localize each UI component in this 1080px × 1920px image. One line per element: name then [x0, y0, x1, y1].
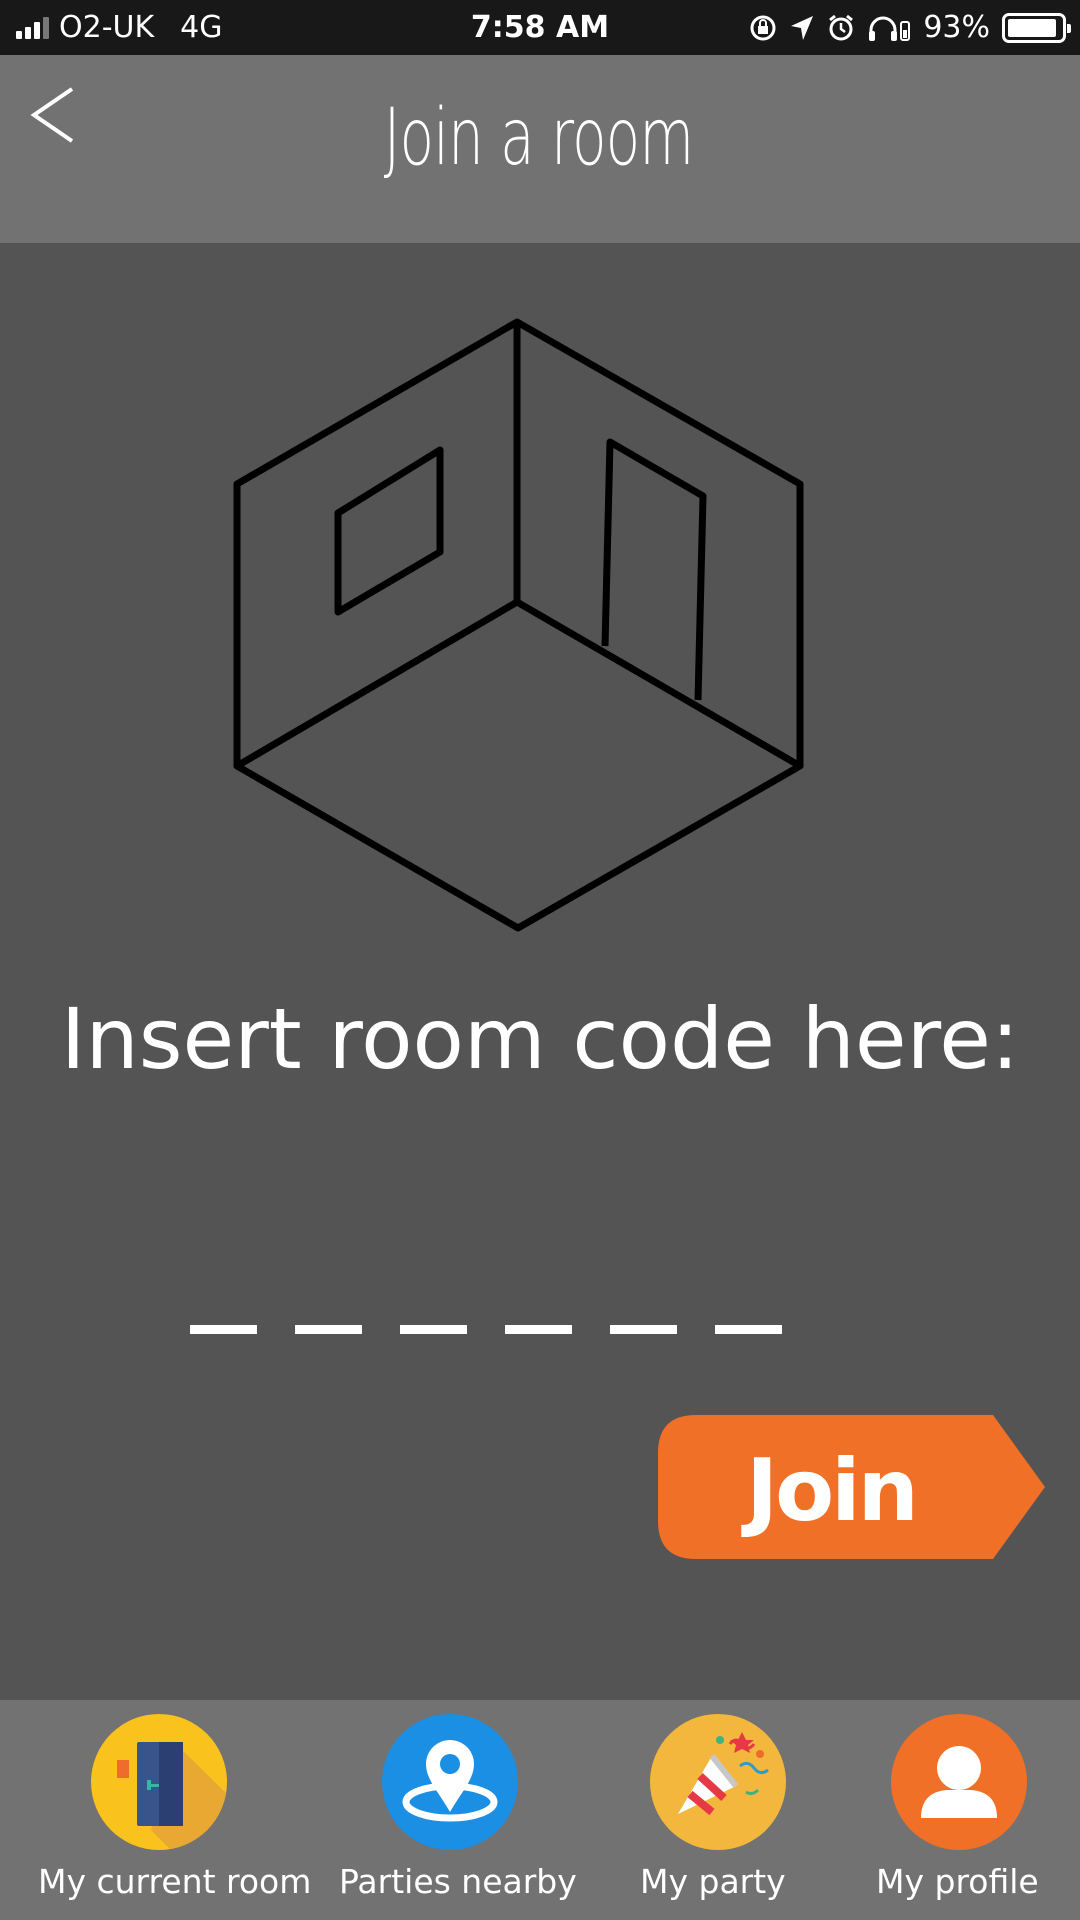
page-title: Join a room [383, 93, 694, 183]
battery-percent: 93% [923, 10, 990, 45]
back-button[interactable] [28, 85, 78, 145]
join-button[interactable]: Join [656, 1413, 1047, 1561]
room-code-input[interactable] [190, 1325, 782, 1334]
nav-item-parties-nearby[interactable]: Parties nearby [326, 1700, 577, 1920]
nav-label: My profile [876, 1862, 1039, 1901]
location-pin-icon [382, 1714, 518, 1850]
code-slot [295, 1325, 362, 1334]
status-bar: O2-UK 4G 7:58 AM 93% [0, 0, 1080, 55]
back-chevron-icon [30, 87, 74, 143]
code-slot [715, 1325, 782, 1334]
header-bar: Join a room [0, 55, 1080, 243]
user-icon [891, 1714, 1027, 1850]
status-right: 93% [749, 0, 1071, 55]
rotation-lock-icon [750, 15, 776, 40]
nav-label: My current room [38, 1862, 312, 1901]
alarm-icon [829, 14, 854, 40]
door-icon [91, 1714, 227, 1850]
nav-item-my-party[interactable]: My party [620, 1700, 820, 1920]
join-label: Join [746, 1441, 919, 1541]
nav-item-my-profile[interactable]: My profile [862, 1700, 1062, 1920]
battery-icon [1002, 12, 1071, 43]
nav-label: My party [640, 1862, 786, 1901]
battery-fill [1008, 18, 1057, 37]
headphones-icon [869, 16, 911, 41]
nav-item-my-current-room[interactable]: My current room [0, 1700, 326, 1920]
code-slot [505, 1325, 572, 1334]
party-popper-icon [650, 1714, 786, 1850]
code-slot [610, 1325, 677, 1334]
nav-label: Parties nearby [339, 1862, 577, 1901]
room-cube-icon [233, 318, 804, 932]
bottom-nav: My current room Parties nearby My party … [0, 1700, 1080, 1920]
code-slot [400, 1325, 467, 1334]
prompt-label: Insert room code here: [60, 990, 1020, 1088]
code-slot [190, 1325, 257, 1334]
location-arrow-icon [791, 15, 814, 40]
